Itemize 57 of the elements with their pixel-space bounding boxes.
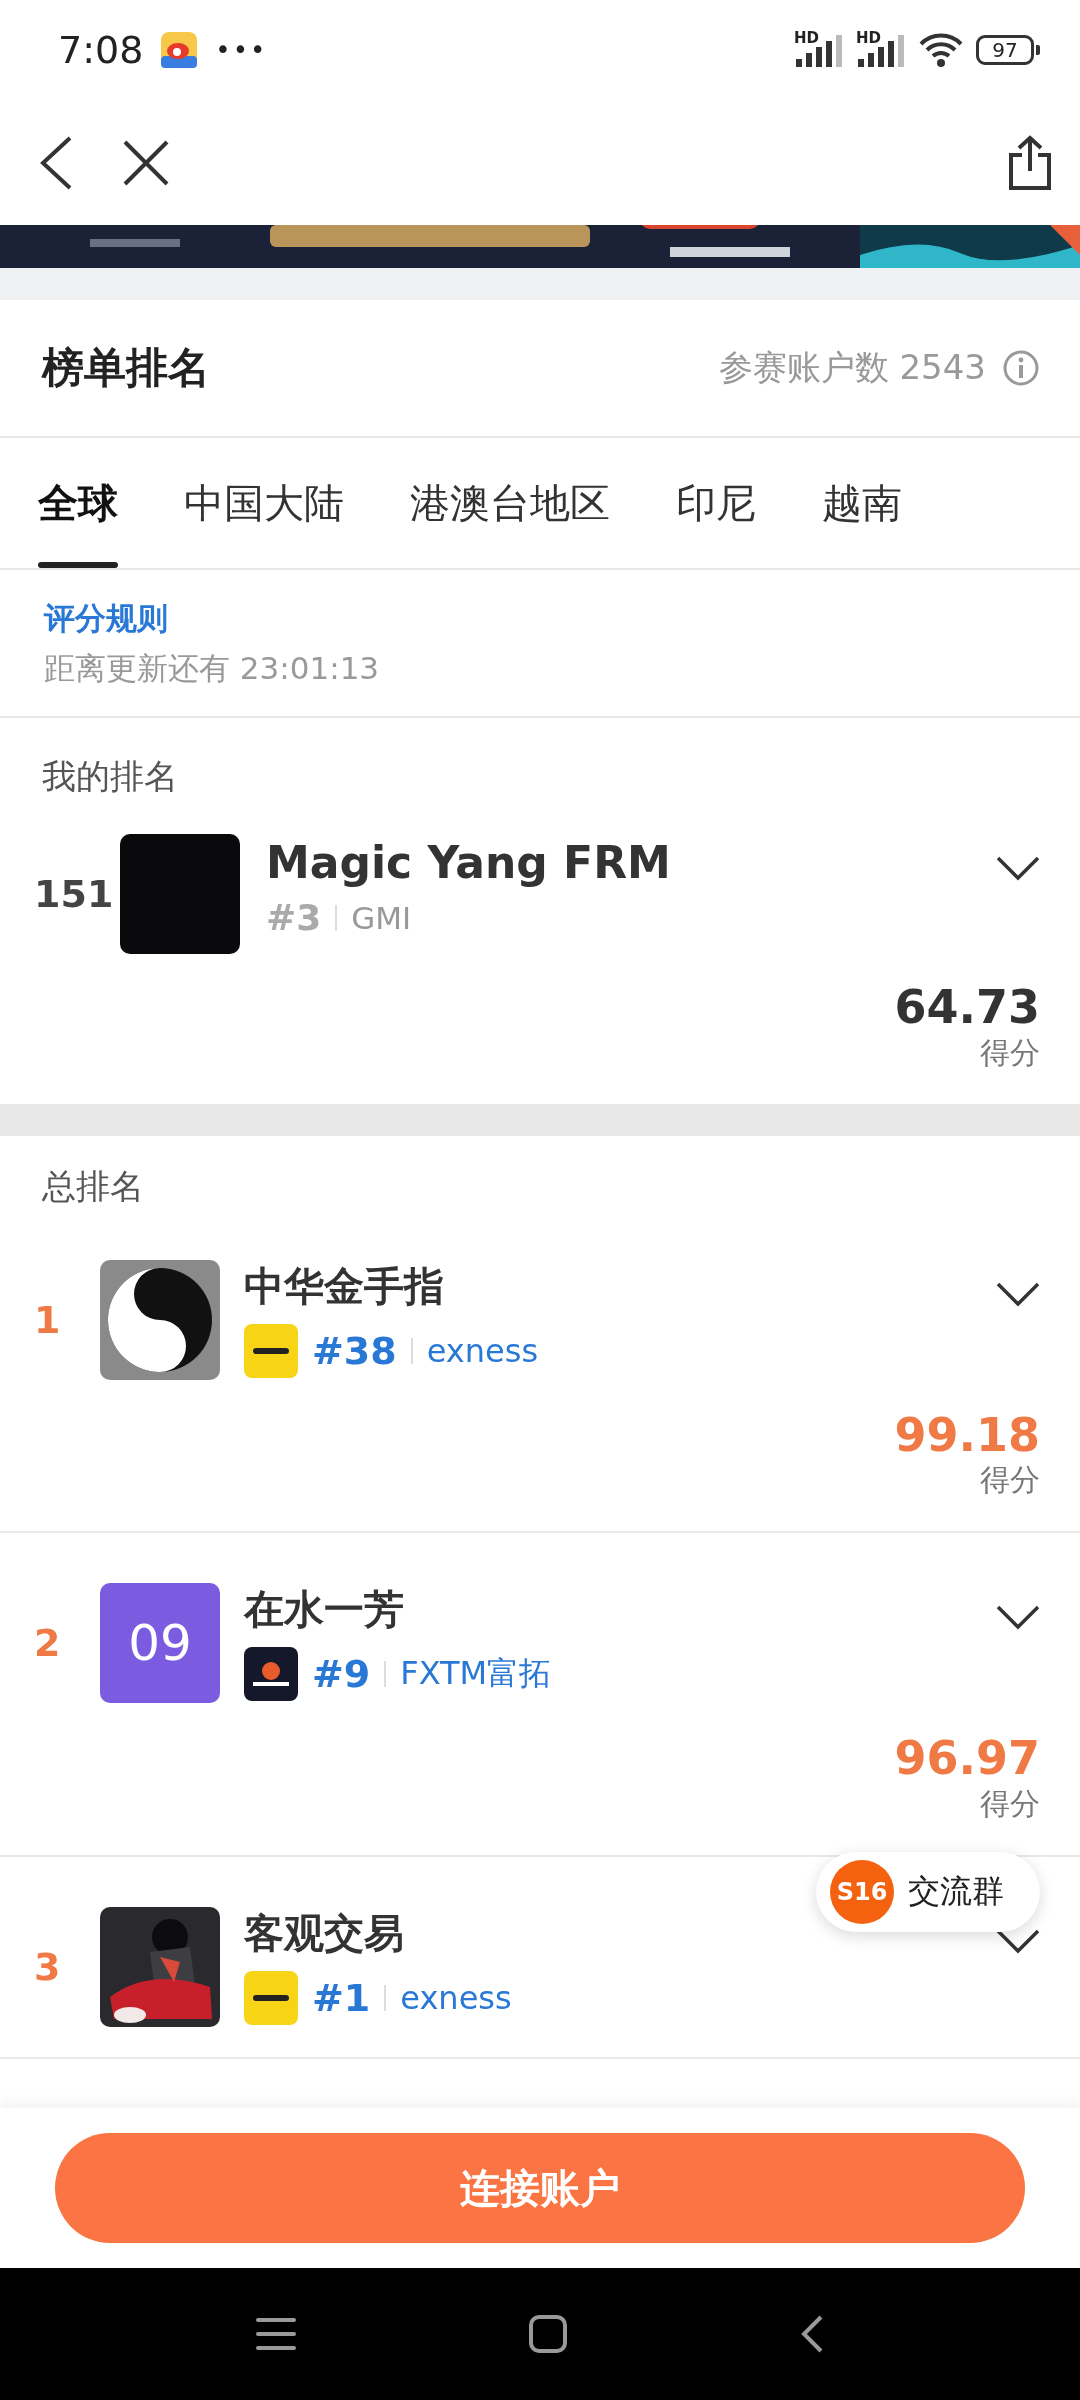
trader-name: 中华金手指	[244, 1261, 445, 1311]
share-icon[interactable]	[1008, 134, 1052, 191]
broker-name: exness	[400, 1978, 512, 2017]
rank-number: 1	[34, 1297, 62, 1342]
broker-rank: #3	[266, 897, 322, 939]
chat-group-button[interactable]: S16 交流群	[816, 1852, 1040, 1932]
broker-rank: #1	[312, 1975, 371, 2020]
score-value: 64.73	[893, 982, 1040, 1033]
chevron-down-icon[interactable]	[996, 1928, 1040, 1955]
rank-number: 151	[34, 872, 115, 916]
score-label: 得分	[979, 1461, 1040, 1500]
status-time: 7:08	[58, 28, 144, 72]
score-value: 96.97	[893, 1733, 1040, 1784]
section-heading: 我的排名	[41, 755, 179, 798]
section-title: 榜单排名	[42, 342, 211, 394]
group-badge: S16	[830, 1860, 894, 1924]
back-icon[interactable]	[38, 134, 74, 191]
trader-name: 在水一芳	[244, 1585, 405, 1635]
broker-logo-icon	[244, 1970, 298, 2025]
region-tab[interactable]: 全球	[14, 438, 142, 568]
section-heading: 总排名	[41, 1164, 145, 1208]
region-tab[interactable]: 印尼	[652, 438, 780, 568]
network-label: HD	[794, 29, 819, 47]
menu-icon[interactable]	[256, 2316, 296, 2352]
score-label: 得分	[979, 1784, 1040, 1823]
update-countdown: 距离更新还有 23:01:13	[44, 649, 381, 688]
rank-number: 3	[34, 1944, 62, 1989]
rank-number: 2	[34, 1621, 62, 1666]
avatar: 09	[100, 1583, 220, 1704]
info-icon[interactable]	[1002, 349, 1040, 387]
back-icon[interactable]	[800, 2314, 824, 2354]
broker-name: FXTM富拓	[400, 1653, 552, 1695]
scoring-rules-link[interactable]: 评分规则	[44, 598, 168, 640]
broker-name: GMI	[351, 899, 412, 936]
wifi-icon	[918, 32, 964, 68]
region-tab[interactable]: 港澳台地区	[386, 438, 634, 568]
app-notification-icon	[161, 32, 198, 68]
battery-level: 97	[976, 35, 1034, 65]
trader-name: Magic Yang FRM	[266, 836, 672, 890]
broker-logo-icon	[244, 1647, 298, 1702]
more-notifications: •••	[215, 35, 268, 65]
broker-name: exness	[426, 1331, 539, 1370]
chevron-down-icon[interactable]	[996, 856, 1040, 882]
trader-name: 客观交易	[244, 1908, 405, 1958]
network-label: HD	[856, 29, 881, 47]
close-icon[interactable]	[122, 138, 170, 187]
chevron-down-icon[interactable]	[996, 1605, 1040, 1632]
broker-logo-icon	[244, 1323, 298, 1378]
region-tab[interactable]: 中国大陆	[160, 438, 368, 568]
broker-rank: #9	[312, 1652, 371, 1697]
region-tab[interactable]: 越南	[798, 438, 926, 568]
home-icon[interactable]	[528, 2314, 568, 2354]
score-label: 得分	[979, 1033, 1040, 1072]
score-value: 99.18	[893, 1409, 1040, 1461]
broker-rank: #38	[312, 1328, 397, 1373]
participant-count: 参赛账户数 2543	[718, 346, 986, 389]
chevron-down-icon[interactable]	[996, 1281, 1040, 1308]
